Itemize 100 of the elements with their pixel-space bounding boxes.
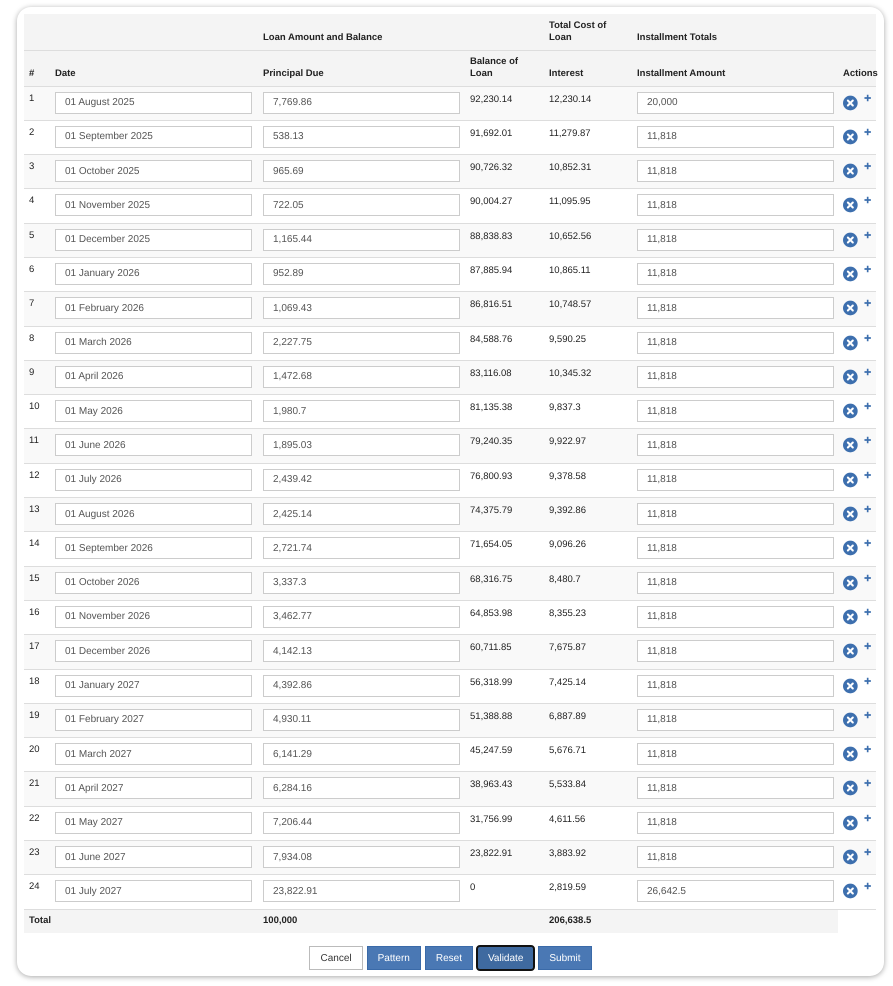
installment-field[interactable]: 11,818 (637, 640, 834, 662)
add-icon[interactable] (864, 94, 871, 102)
add-icon[interactable] (864, 436, 871, 444)
add-icon[interactable] (864, 642, 871, 650)
add-icon[interactable] (864, 368, 871, 376)
remove-icon[interactable] (843, 574, 858, 591)
date-field[interactable]: 01 April 2026 (55, 366, 252, 388)
date-field[interactable]: 01 August 2025 (55, 92, 252, 114)
date-field[interactable]: 01 June 2027 (55, 846, 252, 868)
installment-field[interactable]: 11,818 (637, 400, 834, 422)
date-field[interactable]: 01 February 2026 (55, 297, 252, 320)
date-field[interactable]: 01 September 2026 (55, 537, 252, 560)
principal-field[interactable]: 2,439.42 (263, 468, 460, 491)
principal-field[interactable]: 2,721.74 (263, 537, 460, 560)
remove-icon[interactable] (843, 643, 858, 660)
principal-field[interactable]: 538.13 (263, 126, 460, 148)
remove-icon[interactable] (843, 300, 858, 316)
add-icon[interactable] (864, 848, 871, 856)
date-field[interactable]: 01 November 2025 (55, 194, 252, 216)
principal-field[interactable]: 965.69 (263, 160, 460, 182)
date-field[interactable]: 01 June 2026 (55, 434, 252, 456)
remove-icon[interactable] (843, 712, 858, 728)
principal-field[interactable]: 4,930.11 (263, 708, 460, 731)
date-field[interactable]: 01 May 2027 (55, 812, 252, 834)
action-button[interactable]: Submit (538, 946, 592, 970)
add-icon[interactable] (864, 402, 871, 410)
add-icon[interactable] (864, 779, 871, 788)
action-button[interactable]: Reset (424, 946, 473, 970)
principal-field[interactable]: 1,980.7 (263, 400, 460, 422)
add-icon[interactable] (864, 745, 871, 754)
add-icon[interactable] (864, 470, 871, 479)
remove-icon[interactable] (843, 506, 858, 522)
add-icon[interactable] (864, 574, 871, 582)
installment-field[interactable]: 11,818 (637, 812, 834, 834)
principal-field[interactable]: 1,069.43 (263, 297, 460, 320)
remove-icon[interactable] (843, 472, 858, 488)
installment-field[interactable]: 26,642.5 (637, 880, 834, 902)
remove-icon[interactable] (843, 814, 858, 831)
principal-field[interactable]: 6,284.16 (263, 777, 460, 800)
remove-icon[interactable] (843, 849, 858, 866)
remove-icon[interactable] (843, 197, 858, 214)
principal-field[interactable]: 4,392.86 (263, 674, 460, 697)
remove-icon[interactable] (843, 334, 858, 351)
add-icon[interactable] (864, 162, 871, 170)
add-icon[interactable] (864, 196, 871, 204)
remove-icon[interactable] (843, 266, 858, 282)
add-icon[interactable] (864, 882, 871, 890)
add-icon[interactable] (864, 608, 871, 616)
remove-icon[interactable] (843, 437, 858, 454)
installment-field[interactable]: 11,818 (637, 468, 834, 491)
principal-field[interactable]: 3,337.3 (263, 572, 460, 594)
installment-field[interactable]: 11,818 (637, 743, 834, 766)
principal-field[interactable]: 7,934.08 (263, 846, 460, 868)
installment-field[interactable]: 11,818 (637, 606, 834, 628)
date-field[interactable]: 01 August 2026 (55, 503, 252, 526)
date-field[interactable]: 01 September 2025 (55, 126, 252, 148)
principal-field[interactable]: 3,462.77 (263, 606, 460, 628)
installment-field[interactable]: 11,818 (637, 572, 834, 594)
action-button[interactable]: Cancel (309, 946, 363, 970)
remove-icon[interactable] (843, 403, 858, 420)
remove-icon[interactable] (843, 128, 858, 145)
installment-field[interactable]: 11,818 (637, 674, 834, 697)
remove-icon[interactable] (843, 368, 858, 385)
date-field[interactable]: 01 July 2026 (55, 468, 252, 491)
installment-field[interactable]: 20,000 (637, 92, 834, 114)
remove-icon[interactable] (843, 232, 858, 248)
date-field[interactable]: 01 July 2027 (55, 880, 252, 902)
remove-icon[interactable] (843, 746, 858, 762)
action-button[interactable]: Pattern (366, 946, 421, 970)
add-icon[interactable] (864, 539, 871, 548)
add-icon[interactable] (864, 710, 871, 719)
principal-field[interactable]: 7,206.44 (263, 812, 460, 834)
principal-field[interactable]: 722.05 (263, 194, 460, 216)
installment-field[interactable]: 11,818 (637, 262, 834, 285)
installment-field[interactable]: 11,818 (637, 777, 834, 800)
installment-field[interactable]: 11,818 (637, 194, 834, 216)
principal-field[interactable]: 7,769.86 (263, 92, 460, 114)
remove-icon[interactable] (843, 540, 858, 556)
remove-icon[interactable] (843, 678, 858, 694)
remove-icon[interactable] (843, 780, 858, 796)
principal-field[interactable]: 6,141.29 (263, 743, 460, 766)
installment-field[interactable]: 11,818 (637, 503, 834, 526)
date-field[interactable]: 01 November 2026 (55, 606, 252, 628)
installment-field[interactable]: 11,818 (637, 846, 834, 868)
add-icon[interactable] (864, 299, 871, 308)
remove-icon[interactable] (843, 94, 858, 110)
principal-field[interactable]: 23,822.91 (263, 880, 460, 902)
installment-field[interactable]: 11,818 (637, 160, 834, 182)
date-field[interactable]: 01 February 2027 (55, 708, 252, 731)
action-button[interactable]: Validate (476, 946, 534, 970)
installment-field[interactable]: 11,818 (637, 434, 834, 456)
date-field[interactable]: 01 March 2026 (55, 332, 252, 354)
installment-field[interactable]: 11,818 (637, 537, 834, 560)
add-icon[interactable] (864, 814, 871, 822)
date-field[interactable]: 01 March 2027 (55, 743, 252, 766)
principal-field[interactable]: 4,142.13 (263, 640, 460, 662)
remove-icon[interactable] (843, 608, 858, 625)
installment-field[interactable]: 11,818 (637, 332, 834, 354)
date-field[interactable]: 01 January 2027 (55, 674, 252, 697)
principal-field[interactable]: 1,472.68 (263, 366, 460, 388)
